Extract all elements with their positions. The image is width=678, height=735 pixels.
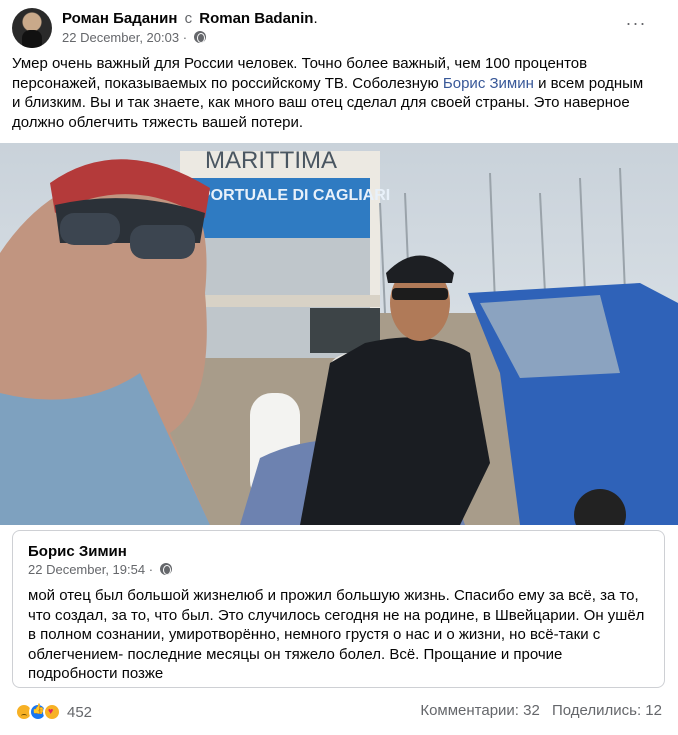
shares-count[interactable]: Поделились: 12 — [552, 702, 662, 719]
post-text: Умер очень важный для России человек. То… — [12, 54, 652, 132]
shared-post-text: мой отец был большой жизнелюб и прожил б… — [28, 587, 645, 682]
care-reaction-icon — [43, 703, 61, 721]
post-photo[interactable]: MARITTIMA PORTUALE DI CAGLIARI — [0, 143, 678, 525]
shared-post-meta: 22 December, 19:54 · — [28, 562, 172, 577]
photo-sign-2: PORTUALE DI CAGLIARI — [200, 187, 390, 204]
author-name[interactable]: Роман Баданин — [62, 10, 177, 27]
reactions-summary[interactable]: 452 — [15, 702, 92, 722]
more-options-button[interactable]: ··· — [622, 14, 650, 36]
reaction-count[interactable]: 452 — [67, 704, 92, 721]
post-meta: 22 December, 20:03 · — [62, 30, 206, 45]
shared-author-name[interactable]: Борис Зимин — [28, 543, 127, 560]
mention-link[interactable]: Борис Зимин — [443, 75, 534, 92]
post-timestamp[interactable]: 22 December, 20:03 · — [62, 30, 187, 45]
tagged-suffix: . — [313, 10, 318, 27]
shared-timestamp[interactable]: 22 December, 19:54 · — [28, 562, 153, 577]
footer-stats: Комментарии: 32 Поделились: 12 — [412, 702, 662, 719]
post-header: Роман Баданин с Roman Badanin. 22 Decemb… — [12, 8, 666, 50]
comments-count[interactable]: Комментарии: 32 — [420, 702, 540, 719]
author-avatar[interactable] — [12, 8, 52, 48]
globe-icon — [159, 563, 172, 575]
shared-post-card[interactable]: Борис Зимин 22 December, 19:54 · мой оте… — [12, 530, 665, 688]
author-line: Роман Баданин с Roman Badanin. — [62, 10, 318, 27]
photo-illustration: MARITTIMA PORTUALE DI CAGLIARI — [0, 143, 678, 525]
photo-sign-1: MARITTIMA — [205, 147, 337, 174]
tagged-name[interactable]: Roman Badanin — [199, 10, 313, 27]
with-word: с — [184, 10, 193, 27]
globe-icon — [193, 31, 206, 43]
